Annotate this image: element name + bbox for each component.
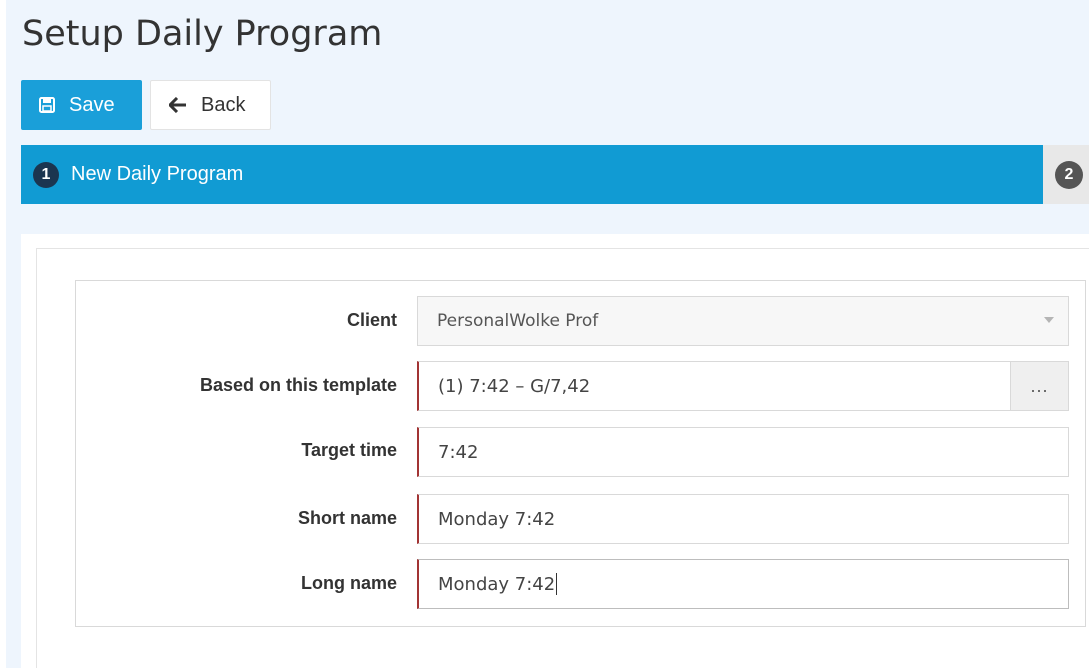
target-time-input[interactable]: 7:42 <box>417 427 1069 477</box>
client-select-value: PersonalWolke Prof <box>437 311 599 331</box>
short-name-value: Monday 7:42 <box>438 508 556 530</box>
text-cursor <box>556 573 558 595</box>
step-label: New Daily Program <box>71 163 244 185</box>
wizard-step-2[interactable]: 2 <box>1043 145 1089 204</box>
step-number-badge: 1 <box>33 161 59 188</box>
template-label: Based on this template <box>199 375 397 395</box>
long-name-label: Long name <box>300 573 397 593</box>
client-label: Client <box>346 310 397 330</box>
page-title: Setup Daily Program <box>22 14 383 54</box>
floppy-disk-icon <box>39 97 55 113</box>
long-name-input[interactable]: Monday 7:42 <box>417 559 1069 609</box>
chevron-down-icon <box>1044 317 1054 323</box>
back-button[interactable]: Back <box>150 80 271 130</box>
template-field-value: (1) 7:42 – G/7,42 <box>438 375 591 397</box>
target-time-value: 7:42 <box>438 441 479 463</box>
long-name-value: Monday 7:42 <box>438 573 556 595</box>
back-button-label: Back <box>201 93 246 116</box>
template-field[interactable]: (1) 7:42 – G/7,42 <box>417 361 1011 411</box>
wizard-step-1[interactable]: 1 New Daily Program <box>21 145 1043 204</box>
target-time-label: Target time <box>301 440 397 460</box>
step-number-badge: 2 <box>1055 161 1083 189</box>
save-button-label: Save <box>69 93 115 116</box>
save-button[interactable]: Save <box>21 80 142 130</box>
short-name-input[interactable]: Monday 7:42 <box>417 494 1069 544</box>
arrow-left-icon <box>169 97 187 113</box>
short-name-label: Short name <box>297 508 397 528</box>
template-picker-button[interactable]: ... <box>1010 361 1069 411</box>
client-select[interactable]: PersonalWolke Prof <box>417 296 1069 346</box>
